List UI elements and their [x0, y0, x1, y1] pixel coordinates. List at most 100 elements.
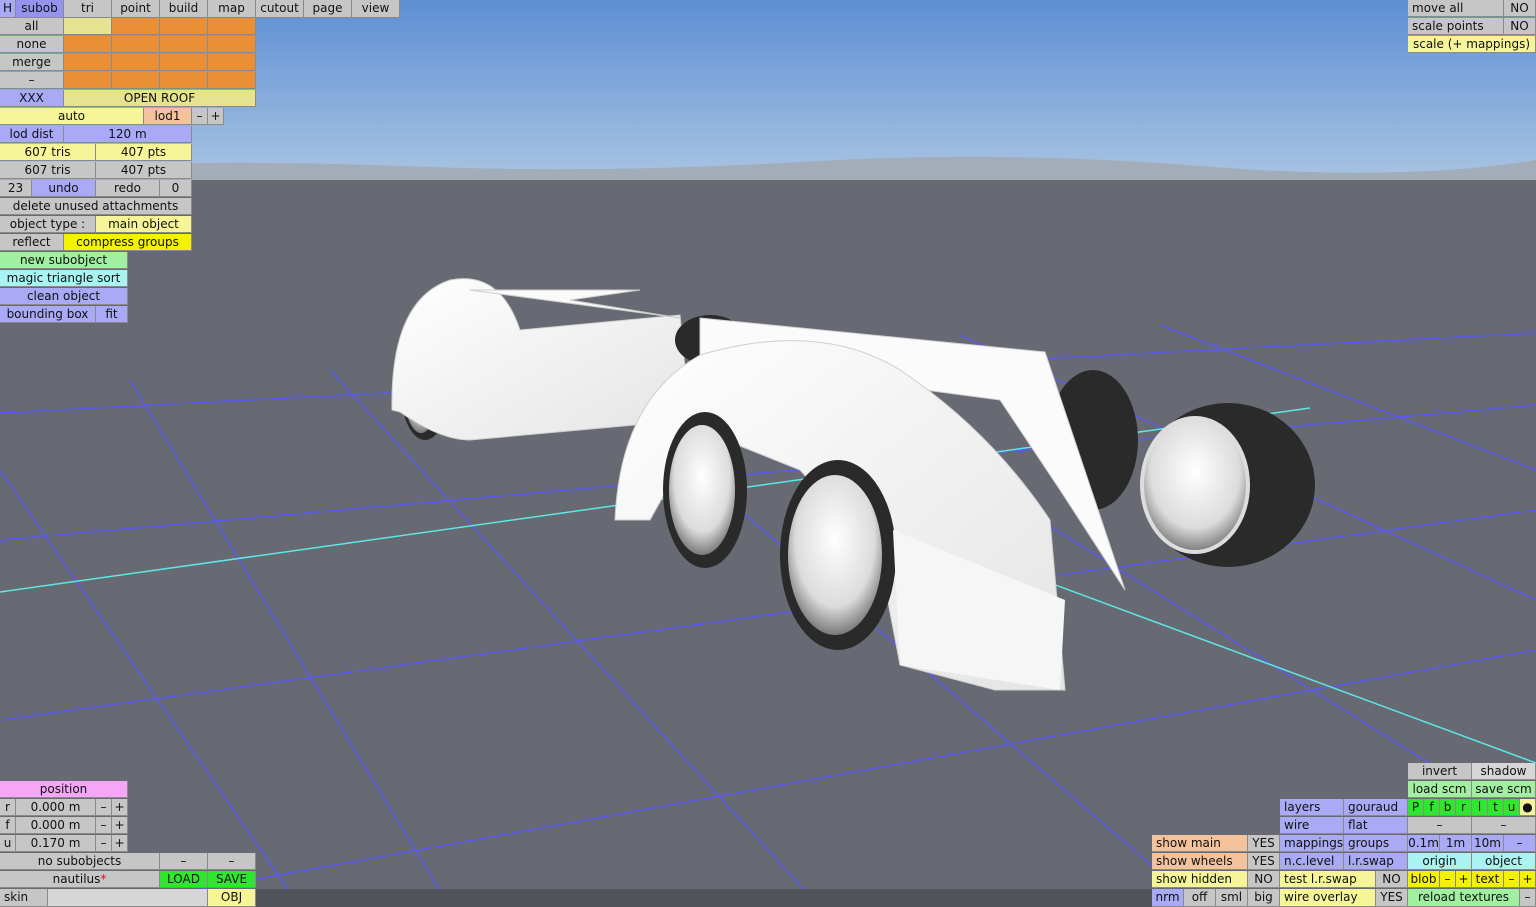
reload-textures-button[interactable]: reload textures	[1408, 889, 1520, 907]
move-all-label[interactable]: move all	[1408, 0, 1504, 17]
menu-subob[interactable]: subob	[16, 0, 64, 18]
compress-groups-button[interactable]: compress groups	[64, 234, 192, 251]
step-1m[interactable]: 1m	[1440, 835, 1472, 852]
text-minus[interactable]: –	[1504, 871, 1520, 888]
subobject-slot[interactable]	[112, 72, 160, 89]
pos-r-minus[interactable]: –	[96, 799, 112, 816]
reload-minus-button[interactable]: –	[1520, 889, 1536, 907]
scale-points-label[interactable]: scale points	[1408, 18, 1504, 35]
pos-u-minus[interactable]: –	[96, 835, 112, 852]
object-type-value[interactable]: main object	[96, 216, 192, 233]
menu-point[interactable]: point	[112, 0, 160, 18]
blob-minus[interactable]: –	[1440, 871, 1456, 888]
flag-minus-1[interactable]: –	[1408, 817, 1472, 834]
size-big-button[interactable]: big	[1248, 889, 1280, 907]
move-all-toggle[interactable]: NO	[1504, 0, 1536, 17]
flag-l[interactable]: l	[1472, 799, 1488, 816]
menu-page[interactable]: page	[304, 0, 352, 18]
subobject-slot[interactable]	[208, 54, 256, 71]
show-main-toggle[interactable]: YES	[1248, 835, 1280, 852]
text-button[interactable]: text	[1472, 871, 1504, 888]
step-minus[interactable]: –	[1504, 835, 1536, 852]
flag-f[interactable]: f	[1424, 799, 1440, 816]
object-button[interactable]: object	[1472, 853, 1536, 870]
merge-button[interactable]: merge	[0, 54, 64, 71]
subobject-slot[interactable]	[112, 54, 160, 71]
subobject-minus-button[interactable]: –	[160, 853, 208, 870]
size-off-button[interactable]: off	[1184, 889, 1216, 907]
scale-mappings-button[interactable]: scale (+ mappings)	[1408, 36, 1536, 53]
subobject-slot[interactable]	[64, 54, 112, 71]
bounding-box-button[interactable]: bounding box	[0, 306, 96, 323]
filename-field[interactable]: nautilus*	[0, 871, 160, 888]
lod1-button[interactable]: lod1	[144, 108, 192, 125]
size-sml-button[interactable]: sml	[1216, 889, 1248, 907]
save-scm-button[interactable]: save scm	[1472, 781, 1536, 798]
select-none-button[interactable]: none	[0, 36, 64, 53]
redo-button[interactable]: redo	[96, 180, 160, 197]
invert-button[interactable]: invert	[1408, 763, 1472, 780]
subobject-slot[interactable]	[64, 18, 112, 35]
load-button[interactable]: LOAD	[160, 871, 208, 888]
wire-overlay-toggle[interactable]: YES	[1376, 889, 1408, 907]
new-subobject-button[interactable]: new subobject	[0, 252, 128, 269]
text-plus[interactable]: +	[1520, 871, 1536, 888]
mappings-button[interactable]: mappings	[1280, 835, 1344, 852]
menu-map[interactable]: map	[208, 0, 256, 18]
size-nrm-button[interactable]: nrm	[1152, 889, 1184, 907]
flag-r[interactable]: r	[1456, 799, 1472, 816]
subobject-slot[interactable]	[160, 36, 208, 53]
group-name-field[interactable]: OPEN ROOF	[64, 90, 256, 107]
show-hidden-toggle[interactable]: NO	[1248, 871, 1280, 888]
flag-b[interactable]: b	[1440, 799, 1456, 816]
subobject-slot[interactable]	[208, 36, 256, 53]
menu-cutout[interactable]: cutout	[256, 0, 304, 18]
blob-button[interactable]: blob	[1408, 871, 1440, 888]
subobject-slot[interactable]	[208, 72, 256, 89]
origin-button[interactable]: origin	[1408, 853, 1472, 870]
lod-plus-button[interactable]: +	[208, 108, 224, 125]
nc-level-button[interactable]: n.c.level	[1280, 853, 1344, 870]
save-button[interactable]: SAVE	[208, 871, 256, 888]
subobject-minus-button-2[interactable]: –	[208, 853, 256, 870]
pos-f-plus[interactable]: +	[112, 817, 128, 834]
flag-u[interactable]: u	[1504, 799, 1520, 816]
lr-swap-button[interactable]: l.r.swap	[1344, 853, 1408, 870]
flag-p[interactable]: P	[1408, 799, 1424, 816]
select-all-button[interactable]: all	[0, 18, 64, 35]
pos-u-plus[interactable]: +	[112, 835, 128, 852]
flat-button[interactable]: flat	[1344, 817, 1408, 834]
menu-h[interactable]: H	[0, 0, 16, 18]
menu-build[interactable]: build	[160, 0, 208, 18]
test-lr-swap-label[interactable]: test l.r.swap	[1280, 871, 1376, 888]
pos-u-value[interactable]: 0.170 m	[16, 835, 96, 852]
shadow-button[interactable]: shadow	[1472, 763, 1536, 780]
load-scm-button[interactable]: load scm	[1408, 781, 1472, 798]
layers-button[interactable]: layers	[1280, 799, 1344, 816]
reflect-button[interactable]: reflect	[0, 234, 64, 251]
scale-points-toggle[interactable]: NO	[1504, 18, 1536, 35]
flag-dot[interactable]: ●	[1520, 799, 1536, 816]
menu-tri[interactable]: tri	[64, 0, 112, 18]
menu-view[interactable]: view	[352, 0, 400, 18]
step-0-1m[interactable]: 0.1m	[1408, 835, 1440, 852]
clean-object-button[interactable]: clean object	[0, 288, 128, 305]
skin-field[interactable]	[48, 889, 208, 907]
subobject-slot[interactable]	[64, 36, 112, 53]
pos-f-value[interactable]: 0.000 m	[16, 817, 96, 834]
subobject-slot[interactable]	[160, 72, 208, 89]
wire-button[interactable]: wire	[1280, 817, 1344, 834]
subobject-slot[interactable]	[160, 18, 208, 35]
obj-export-button[interactable]: OBJ	[208, 889, 256, 907]
undo-button[interactable]: undo	[32, 180, 96, 197]
flag-minus-2[interactable]: –	[1472, 817, 1536, 834]
pos-r-value[interactable]: 0.000 m	[16, 799, 96, 816]
blob-plus[interactable]: +	[1456, 871, 1472, 888]
pos-f-minus[interactable]: –	[96, 817, 112, 834]
subobject-slot[interactable]	[64, 72, 112, 89]
magic-triangle-sort-button[interactable]: magic triangle sort	[0, 270, 128, 287]
lod-minus-button[interactable]: –	[192, 108, 208, 125]
show-wheels-label[interactable]: show wheels	[1152, 853, 1248, 870]
show-wheels-toggle[interactable]: YES	[1248, 853, 1280, 870]
show-hidden-label[interactable]: show hidden	[1152, 871, 1248, 888]
